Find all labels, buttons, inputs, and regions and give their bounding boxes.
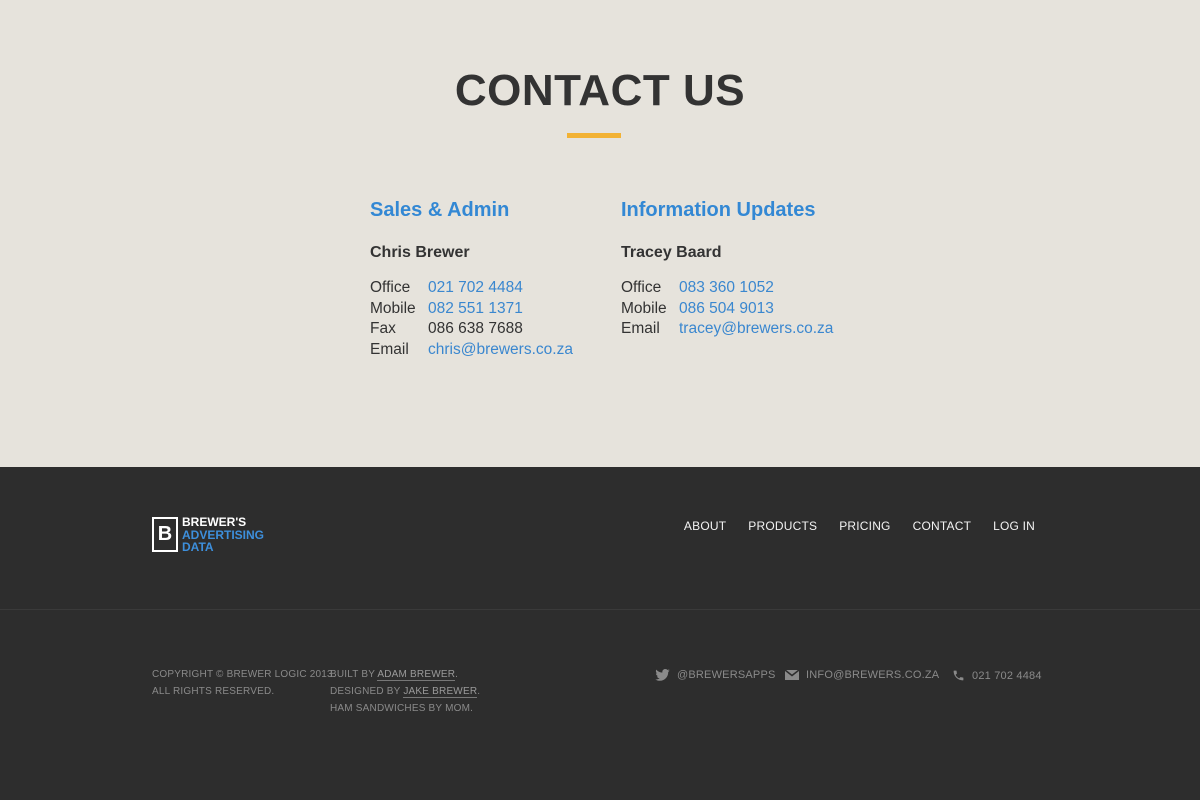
credit-text: BUILT BY xyxy=(330,669,378,680)
credit-sandwiches: HAM SANDWICHES BY MOM. xyxy=(330,703,474,714)
contact-row-office: Office 083 360 1052 xyxy=(621,278,833,299)
logo-line: DATA xyxy=(182,540,214,554)
email-contact-link[interactable]: INFO@BREWERS.CO.ZA xyxy=(785,669,939,681)
credits: BUILT BY ADAM BREWER. DESIGNED BY JAKE B… xyxy=(330,666,480,717)
page-title: CONTACT US xyxy=(454,66,746,115)
contact-details: Office 083 360 1052 Mobile 086 504 9013 … xyxy=(621,278,833,340)
credit-text: . xyxy=(455,669,459,680)
row-label: Fax xyxy=(370,320,396,338)
twitter-handle: @BREWERSAPPS xyxy=(677,669,776,681)
contact-row-mobile: Mobile 086 504 9013 xyxy=(621,299,833,320)
nav-link-about[interactable]: ABOUT xyxy=(684,519,726,533)
contact-heading: Sales & Admin xyxy=(370,199,510,221)
site-footer: B BREWER'S ADVERTISING DATA ABOUT PRODUC… xyxy=(0,467,1200,800)
credit-text: DESIGNED BY xyxy=(330,686,404,697)
contact-row-email: Email chris@brewers.co.za xyxy=(370,340,573,361)
mobile-phone-link[interactable]: 086 504 9013 xyxy=(679,299,774,320)
contact-column-sales: Sales & Admin Chris Brewer Office 021 70… xyxy=(370,196,573,361)
logo-wordmark: BREWER'S ADVERTISING DATA xyxy=(182,516,264,554)
title-underline xyxy=(567,133,621,138)
credit-built: BUILT BY ADAM BREWER. xyxy=(330,666,480,683)
contact-column-info: Information Updates Tracey Baard Office … xyxy=(621,196,833,340)
office-phone-link[interactable]: 021 702 4484 xyxy=(428,278,523,299)
email-link[interactable]: chris@brewers.co.za xyxy=(428,340,573,361)
footer-nav: ABOUT PRODUCTS PRICING CONTACT LOG IN xyxy=(684,519,1035,533)
mobile-phone-link[interactable]: 082 551 1371 xyxy=(428,299,523,320)
copyright: COPYRIGHT © BREWER LOGIC 2013. ALL RIGHT… xyxy=(152,666,336,700)
row-label: Mobile xyxy=(370,299,416,317)
nav-link-login[interactable]: LOG IN xyxy=(993,519,1035,533)
logo-line: BREWER'S xyxy=(182,515,247,529)
footer-divider xyxy=(0,609,1200,610)
row-label: Email xyxy=(621,320,660,338)
phone-icon xyxy=(953,670,964,681)
credit-text: . xyxy=(477,686,481,697)
contact-section: CONTACT US Sales & Admin Chris Brewer Of… xyxy=(0,0,1200,467)
contact-person-name: Chris Brewer xyxy=(370,244,470,261)
contact-heading: Information Updates xyxy=(621,199,816,221)
nav-link-products[interactable]: PRODUCTS xyxy=(748,519,817,533)
row-label: Office xyxy=(621,279,662,296)
credit-designed: DESIGNED BY JAKE BREWER. xyxy=(330,683,480,700)
contact-row-email: Email tracey@brewers.co.za xyxy=(621,319,833,340)
nav-link-pricing[interactable]: PRICING xyxy=(839,519,890,533)
nav-link-contact[interactable]: CONTACT xyxy=(913,519,972,533)
credit-link-jake[interactable]: JAKE BREWER xyxy=(403,686,478,698)
copyright-line: ALL RIGHTS RESERVED. xyxy=(152,686,275,697)
contact-person-name: Tracey Baard xyxy=(621,244,722,261)
row-label: Mobile xyxy=(621,299,667,317)
contact-email: INFO@BREWERS.CO.ZA xyxy=(806,669,940,681)
twitter-link[interactable]: @BREWERSAPPS xyxy=(655,669,776,681)
credit-link-adam[interactable]: ADAM BREWER xyxy=(377,669,456,681)
contact-row-fax: Fax 086 638 7688 xyxy=(370,319,573,340)
contact-details: Office 021 702 4484 Mobile 082 551 1371 … xyxy=(370,278,573,361)
contact-row-mobile: Mobile 082 551 1371 xyxy=(370,299,573,320)
office-phone-link[interactable]: 083 360 1052 xyxy=(679,278,774,299)
copyright-line: COPYRIGHT © BREWER LOGIC 2013. xyxy=(152,669,336,680)
fax-number: 086 638 7688 xyxy=(428,320,523,338)
row-label: Office xyxy=(370,279,411,296)
contact-phone: 021 702 4484 xyxy=(972,669,1042,682)
logo-mark: B xyxy=(152,517,178,552)
brand-logo[interactable]: B BREWER'S ADVERTISING DATA xyxy=(152,516,264,554)
twitter-icon xyxy=(655,669,670,681)
phone-contact-link[interactable]: 021 702 4484 xyxy=(952,669,1042,682)
mail-icon xyxy=(785,670,799,680)
email-link[interactable]: tracey@brewers.co.za xyxy=(679,319,833,340)
contact-row-office: Office 021 702 4484 xyxy=(370,278,573,299)
row-label: Email xyxy=(370,341,409,359)
